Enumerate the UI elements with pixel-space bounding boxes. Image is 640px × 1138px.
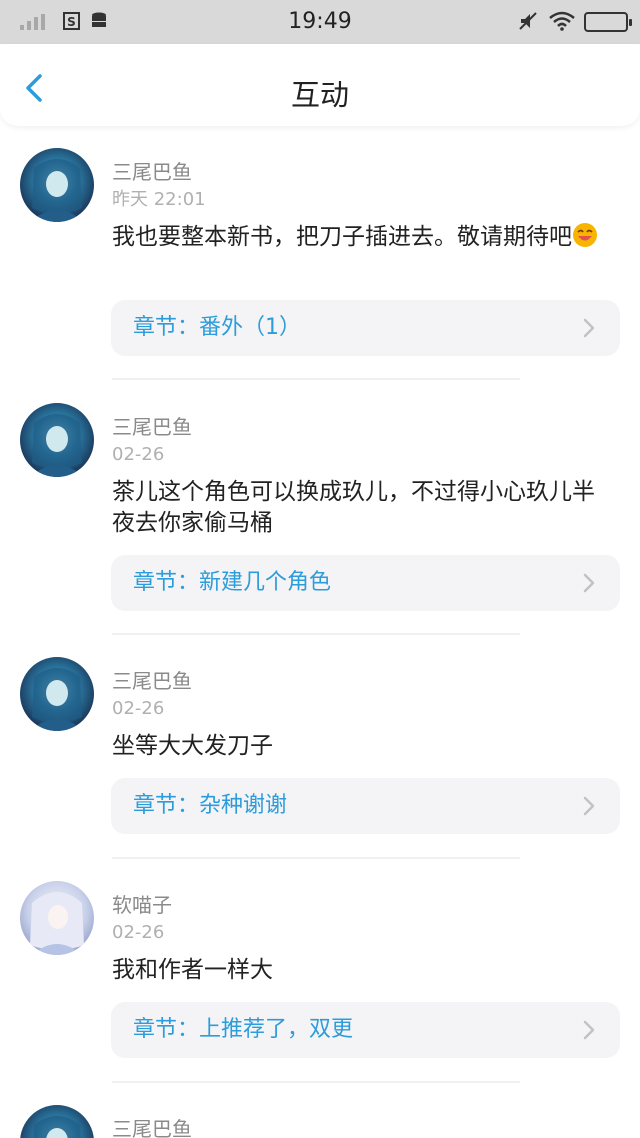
- nav-bar: 互动: [0, 44, 640, 126]
- list-item: 三尾巴鱼 02-26 坐等大大发刀子 章节：杂种谢谢: [0, 635, 640, 859]
- status-time: 19:49: [288, 9, 352, 34]
- user-name[interactable]: 三尾巴鱼: [112, 415, 192, 439]
- chapter-label: 章节：新建几个角色: [133, 570, 332, 595]
- page-title: 互动: [290, 78, 349, 112]
- chevron-right-icon: [583, 796, 595, 816]
- comment-time: 昨天 22:01: [112, 189, 206, 210]
- avatar[interactable]: [20, 403, 94, 477]
- chevron-right-icon: [583, 573, 595, 593]
- chapter-label: 章节：杂种谢谢: [133, 793, 288, 818]
- avatar[interactable]: [20, 148, 94, 222]
- comment-text: 我和作者一样大: [112, 957, 273, 983]
- divider: [112, 378, 520, 380]
- comment-time: 02-26: [112, 444, 165, 465]
- mute-icon: [519, 12, 537, 30]
- comment-time: 02-26: [112, 922, 165, 943]
- user-name[interactable]: 三尾巴鱼: [112, 160, 192, 184]
- chapter-link[interactable]: 章节：番外（1）: [111, 300, 620, 356]
- list-item: 三尾巴鱼 02-26 茶儿这个角色可以换成玖儿，不过得小心玖儿半夜去你家偷马桶 …: [0, 381, 640, 635]
- status-bar: S 19:49: [0, 0, 640, 44]
- user-name[interactable]: 三尾巴鱼: [112, 1117, 192, 1138]
- list-item: 软喵子 02-26 我和作者一样大 章节：上推荐了，双更: [0, 859, 640, 1083]
- chapter-link[interactable]: 章节：新建几个角色: [111, 555, 620, 611]
- comment-text: 我也要整本新书，把刀子插进去。敬请期待吧: [112, 222, 608, 253]
- comment-time: 02-26: [112, 698, 165, 719]
- battery-icon: [584, 12, 632, 32]
- chevron-right-icon: [583, 318, 595, 338]
- comment-text: 茶儿这个角色可以换成玖儿，不过得小心玖儿半夜去你家偷马桶: [112, 479, 595, 536]
- avatar[interactable]: [20, 1105, 94, 1138]
- user-name[interactable]: 三尾巴鱼: [112, 669, 192, 693]
- chapter-link[interactable]: 章节：杂种谢谢: [111, 778, 620, 834]
- avatar[interactable]: [20, 657, 94, 731]
- chapter-label: 章节：番外（1）: [133, 315, 301, 340]
- avatar[interactable]: [20, 881, 94, 955]
- chevron-right-icon: [583, 1020, 595, 1040]
- user-name[interactable]: 软喵子: [112, 893, 172, 917]
- wifi-icon: [549, 11, 575, 31]
- chapter-link[interactable]: 章节：上推荐了，双更: [111, 1002, 620, 1058]
- smiling-emoji-icon: [573, 223, 597, 247]
- interaction-list: 三尾巴鱼 昨天 22:01 我也要整本新书，把刀子插进去。敬请期待吧 章节：番外…: [0, 126, 640, 1138]
- list-item: 三尾巴鱼 昨天 22:01 我也要整本新书，把刀子插进去。敬请期待吧 章节：番外…: [0, 126, 640, 381]
- list-item: 三尾巴鱼: [0, 1083, 640, 1138]
- chapter-label: 章节：上推荐了，双更: [133, 1017, 354, 1042]
- comment-text: 坐等大大发刀子: [112, 733, 273, 759]
